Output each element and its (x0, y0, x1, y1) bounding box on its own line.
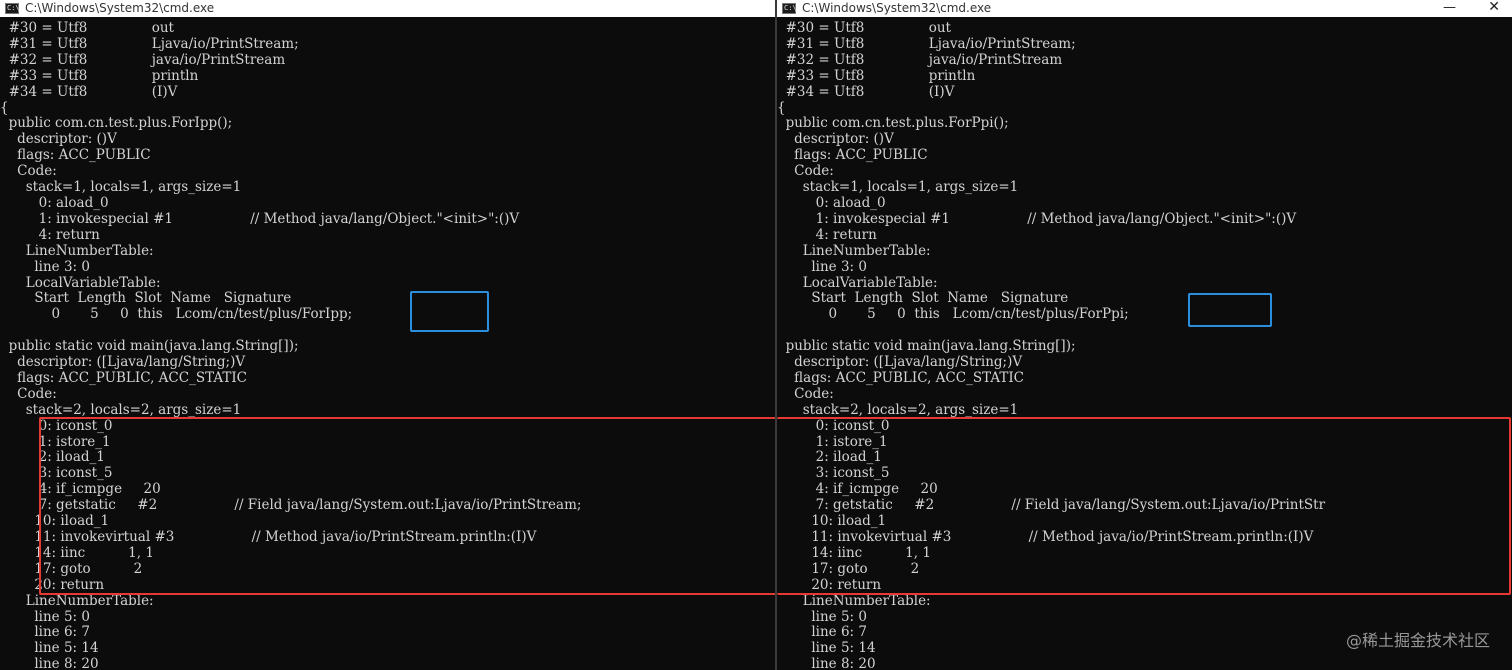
console-line: descriptor: ()V (777, 131, 894, 148)
console-line: flags: ACC_PUBLIC (0, 147, 151, 164)
console-line: stack=1, locals=1, args_size=1 (777, 179, 1019, 196)
cmd-icon: C:\ (782, 3, 797, 14)
console-line: 14: iinc 1, 1 (777, 544, 931, 561)
console-line: 4: if_icmpge 20 (0, 481, 161, 498)
console-line: #32 = Utf8 java/io/PrintStream (777, 51, 1063, 68)
console-line: 17: goto 2 (0, 560, 143, 577)
console-line: #34 = Utf8 (I)V (777, 83, 955, 100)
console-line: public com.cn.test.plus.ForPpi(); (777, 115, 1009, 132)
left-window-title: C:\Windows\System32\cmd.exe (25, 1, 215, 15)
console-line: line 8: 20 (777, 656, 876, 670)
console-line: #31 = Utf8 Ljava/io/PrintStream; (777, 35, 1076, 52)
close-button[interactable]: ✕ (1488, 0, 1500, 17)
console-line: public com.cn.test.plus.ForIpp(); (0, 115, 233, 132)
console-line: line 5: 0 (0, 608, 90, 625)
console-line: 20: return (777, 576, 882, 593)
console-line: #34 = Utf8 (I)V (0, 83, 178, 100)
minimize-button[interactable]: — (1443, 0, 1456, 17)
console-line: 0: aload_0 (0, 194, 109, 211)
console-line: 4: if_icmpge 20 (777, 481, 938, 498)
console-line: 10: iload_1 (777, 513, 887, 530)
console-line: LocalVariableTable: (777, 274, 938, 291)
console-line: 4: return (0, 226, 100, 243)
console-line: public static void main(java.lang.String… (0, 338, 299, 355)
console-line: #30 = Utf8 out (777, 20, 951, 36)
cmd-icon: C:\ (5, 3, 20, 14)
console-line: Start Length Slot Name Signature (777, 290, 1069, 307)
console-line: #33 = Utf8 println (777, 67, 976, 84)
console-line: flags: ACC_PUBLIC, ACC_STATIC (0, 369, 248, 386)
console-line: { (0, 99, 9, 116)
right-window-title: C:\Windows\System32\cmd.exe (802, 1, 992, 15)
console-line: Start Length Slot Name Signature (0, 290, 292, 307)
console-line: Code: (0, 163, 57, 180)
console-line: flags: ACC_PUBLIC (777, 147, 928, 164)
console-line: stack=2, locals=2, args_size=1 (777, 401, 1019, 418)
console-line: 1: istore_1 (0, 433, 111, 450)
console-line: 1: istore_1 (777, 433, 888, 450)
console-line: 10: iload_1 (0, 513, 110, 530)
left-title-bar[interactable]: C:\ C:\Windows\System32\cmd.exe (0, 0, 775, 17)
console-line: stack=1, locals=1, args_size=1 (0, 179, 242, 196)
console-line: #31 = Utf8 Ljava/io/PrintStream; (0, 35, 299, 52)
console-line: public static void main(java.lang.String… (777, 338, 1076, 355)
console-line: 3: iconst_5 (777, 465, 890, 482)
console-line: line 5: 14 (0, 640, 99, 657)
console-line: #33 = Utf8 println (0, 67, 199, 84)
console-line: line 8: 20 (0, 656, 99, 670)
console-line: line 3: 0 (0, 258, 90, 275)
right-cmd-window: C:\ C:\Windows\System32\cmd.exe — ✕ #30 … (777, 0, 1512, 670)
console-line: descriptor: ()V (0, 131, 117, 148)
console-line: Code: (777, 385, 834, 402)
console-line: line 5: 0 (777, 608, 867, 625)
console-line: 1: invokespecial #1 // Method java/lang/… (777, 210, 1297, 227)
console-line: 0 5 0 this Lcom/cn/test/plus/ForPpi; (777, 306, 1129, 323)
left-cmd-window: C:\ C:\Windows\System32\cmd.exe #30 = Ut… (0, 0, 775, 670)
console-line: 4: return (777, 226, 877, 243)
watermark: @稀土掘金技术社区 (1345, 631, 1490, 650)
console-line: 0: iconst_0 (777, 417, 890, 434)
console-line: stack=2, locals=2, args_size=1 (0, 401, 242, 418)
console-line: Code: (777, 163, 834, 180)
console-line: 0 5 0 this Lcom/cn/test/plus/ForIpp; (0, 306, 353, 323)
console-line: line 3: 0 (777, 258, 867, 275)
console-line: 20: return (0, 576, 105, 593)
console-line: 2: iload_1 (0, 449, 105, 466)
console-line: flags: ACC_PUBLIC, ACC_STATIC (777, 369, 1025, 386)
console-line: { (777, 99, 786, 116)
console-line: 7: getstatic #2 // Field java/lang/Syste… (777, 497, 1326, 514)
console-line: #32 = Utf8 java/io/PrintStream (0, 51, 286, 68)
console-line: 11: invokevirtual #3 // Method java/io/P… (777, 529, 1314, 545)
right-title-bar[interactable]: C:\ C:\Windows\System32\cmd.exe — ✕ (777, 0, 1512, 17)
console-line: 11: invokevirtual #3 // Method java/io/P… (0, 529, 537, 545)
left-console-output[interactable]: #30 = Utf8 out #31 = Utf8 Ljava/io/Print… (0, 20, 775, 670)
console-line: 14: iinc 1, 1 (0, 544, 154, 561)
console-line: LineNumberTable: (0, 592, 154, 609)
console-line: 0: iconst_0 (0, 417, 113, 434)
console-line: 7: getstatic #2 // Field java/lang/Syste… (0, 497, 582, 514)
console-line: 0: aload_0 (777, 194, 886, 211)
console-line: LineNumberTable: (777, 592, 931, 609)
console-line: 2: iload_1 (777, 449, 882, 466)
console-line: Code: (0, 385, 57, 402)
console-line: descriptor: ([Ljava/lang/String;)V (777, 354, 1023, 371)
console-line: LineNumberTable: (777, 242, 931, 259)
console-line: LocalVariableTable: (0, 274, 161, 291)
console-line: 1: invokespecial #1 // Method java/lang/… (0, 210, 520, 227)
console-line: line 6: 7 (0, 624, 90, 641)
right-console-output[interactable]: #30 = Utf8 out #31 = Utf8 Ljava/io/Print… (777, 20, 1512, 670)
console-line: 17: goto 2 (777, 560, 920, 577)
console-line: 3: iconst_5 (0, 465, 113, 482)
console-line: descriptor: ([Ljava/lang/String;)V (0, 354, 246, 371)
console-line: LineNumberTable: (0, 242, 154, 259)
console-line: #30 = Utf8 out (0, 20, 174, 36)
